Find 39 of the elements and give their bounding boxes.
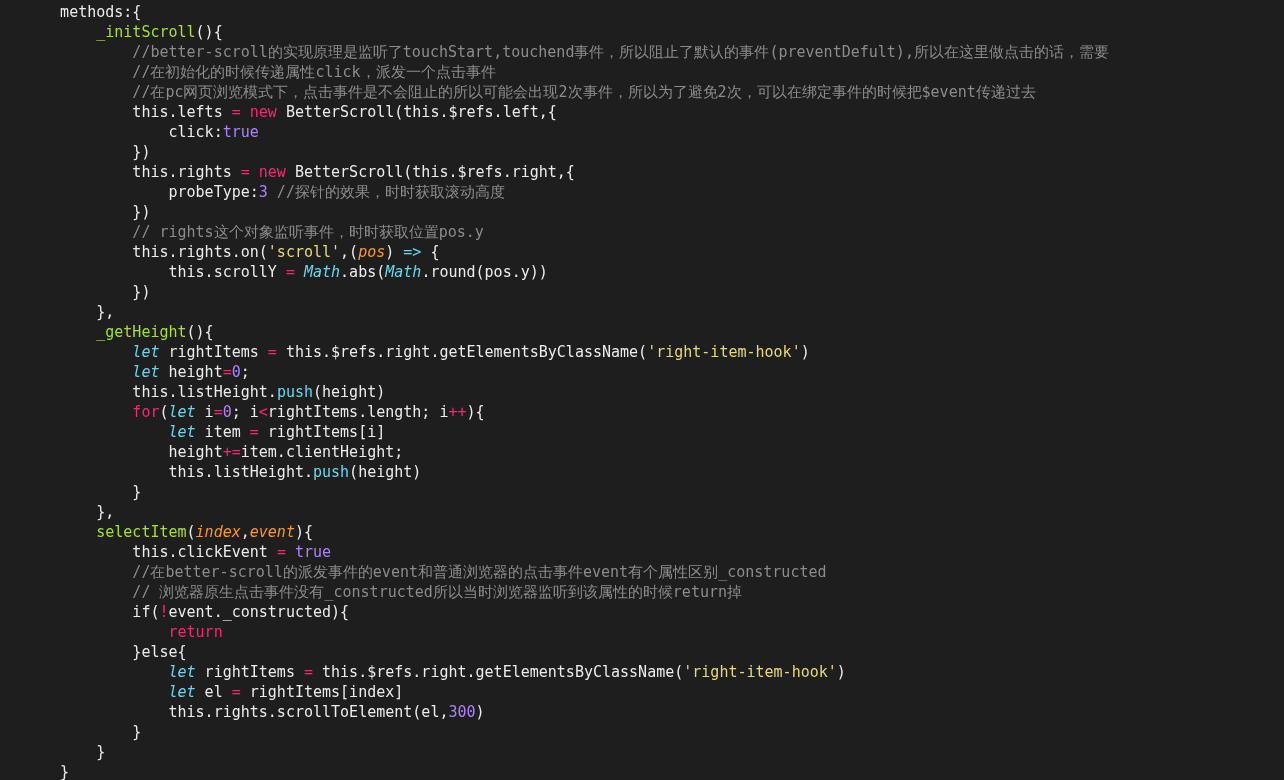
code-line: //better-scroll的实现原理是监听了touchStart,touchend事件，所以阻止了默认的事件(preventDefult),所以在这里做点击的话，需要 <box>131 42 1109 62</box>
code-line: } <box>131 482 142 502</box>
code-line: }else{ <box>131 642 187 662</box>
code-line: probeType:3 //探针的效果，时时获取滚动高度 <box>167 182 505 202</box>
code-line: }) <box>131 282 151 302</box>
code-line: this.listHeight.push(height) <box>167 462 422 482</box>
code-line: this.scrollY = Math.abs(Math.round(pos.y)) <box>167 262 548 282</box>
code-line: return <box>167 622 223 642</box>
code-line: //在初始化的时候传递属性click，派发一个点击事件 <box>131 62 496 82</box>
code-line: let rightItems = this.$refs.right.getElementsByClassName('right-item-hook') <box>131 342 810 362</box>
code-line: for(let i=0; i<rightItems.length; i++){ <box>131 402 485 422</box>
code-line: selectItem(index,event){ <box>95 522 313 542</box>
code-line: this.listHeight.push(height) <box>131 382 386 402</box>
code-line: }) <box>131 202 151 222</box>
code-line: //在pc网页浏览模式下，点击事件是不会阻止的所以可能会出现2次事件，所以为了避免2次，可以在绑定事件的时候把$event传递过去 <box>131 82 1036 102</box>
code-line: } <box>95 742 106 762</box>
code-line: methods:{ <box>59 2 142 22</box>
code-line: height+=item.clientHeight; <box>167 442 404 462</box>
code-line: }, <box>95 502 115 522</box>
code-line: // rights这个对象监听事件，时时获取位置pos.y <box>131 222 484 242</box>
code-line: } <box>59 762 70 780</box>
code-line: _getHeight(){ <box>95 322 214 342</box>
code-line: click:true <box>167 122 259 142</box>
code-line: }) <box>131 142 151 162</box>
code-line: this.lefts = new BetterScroll(this.$refs.left,{ <box>131 102 557 122</box>
code-line: this.rights.on('scroll',(pos) => { <box>131 242 440 262</box>
code-line: this.clickEvent = true <box>131 542 332 562</box>
code-line: }, <box>95 302 115 322</box>
code-line: // 浏览器原生点击事件没有_constructed所以当时浏览器监听到该属性的时候return掉 <box>131 582 742 602</box>
code-line: //在better-scroll的派发事件的event和普通浏览器的点击事件event有个属性区别_constructed <box>131 562 827 582</box>
code-line: if(!event._constructed){ <box>131 602 350 622</box>
code-line: let rightItems = this.$refs.right.getElementsByClassName('right-item-hook') <box>167 662 846 682</box>
code-line: _initScroll(){ <box>95 22 223 42</box>
code-line: let item = rightItems[i] <box>167 422 386 442</box>
code-line: let height=0; <box>131 362 250 382</box>
code-line: } <box>131 722 142 742</box>
code-line: this.rights.scrollToElement(el,300) <box>167 702 485 722</box>
code-line: this.rights = new BetterScroll(this.$refs.right,{ <box>131 162 575 182</box>
code-line: let el = rightItems[index] <box>167 682 404 702</box>
